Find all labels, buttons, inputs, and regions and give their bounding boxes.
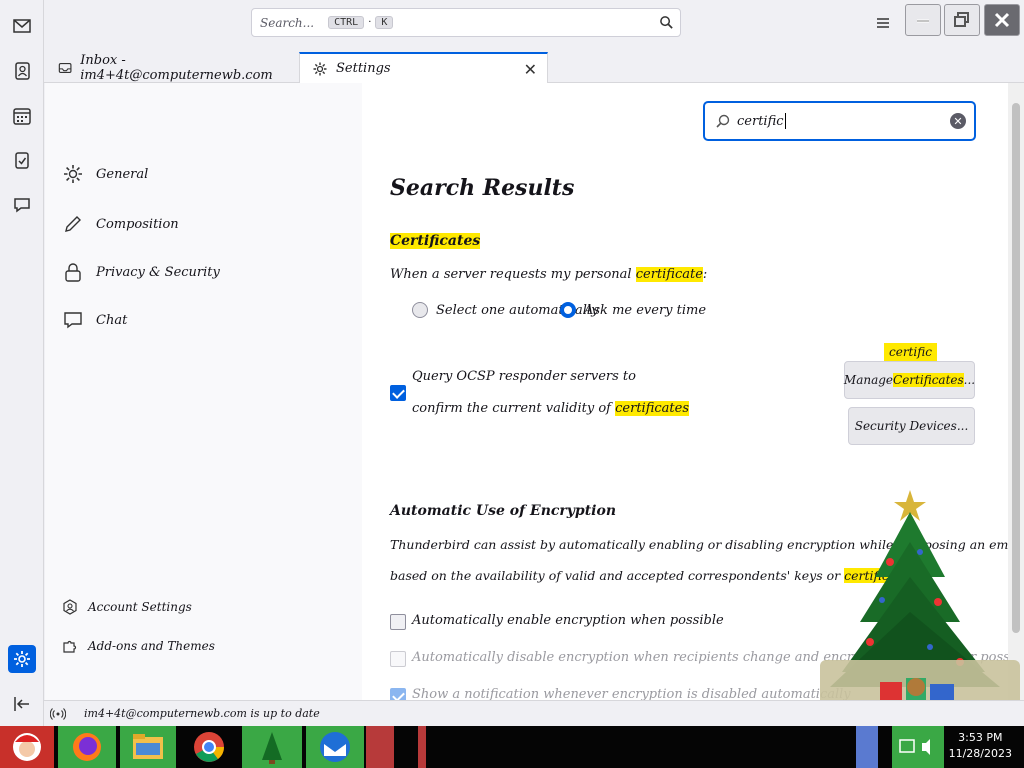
settings-gear-icon[interactable] — [8, 645, 36, 673]
firefox-taskbar-button[interactable] — [58, 726, 116, 768]
nav-general[interactable]: General — [62, 163, 148, 185]
folder-icon — [133, 734, 163, 759]
calendar-icon[interactable] — [8, 102, 36, 130]
tab-inbox-label: Inbox - im4+4t@computernewb.com — [80, 52, 273, 83]
gear-icon — [313, 62, 327, 75]
tasks-icon[interactable] — [8, 146, 36, 174]
address-book-icon[interactable] — [8, 57, 36, 85]
chat-icon — [64, 312, 82, 329]
firefox-icon — [73, 733, 101, 761]
nav-account-settings[interactable]: Account Settings — [62, 599, 192, 615]
close-tab-icon[interactable]: ✕ — [524, 60, 537, 79]
status-text: im4+4t@computernewb.com is up to date — [84, 707, 320, 720]
xmas-tree-taskbar-button[interactable] — [242, 726, 302, 768]
global-search-placeholder: Search... — [260, 15, 315, 30]
radio-ask-every-time-label: Ask me every time — [584, 302, 707, 318]
nav-chat-label: Chat — [96, 312, 128, 328]
app-menu-icon[interactable] — [872, 12, 894, 34]
taskbar-clock[interactable]: 3:53 PM 11/28/2023 — [949, 730, 1012, 762]
inbox-icon — [58, 62, 72, 73]
title-bar: Search... CTRL · K — [44, 0, 1024, 50]
chrome-icon — [194, 732, 224, 762]
gear-icon — [64, 165, 82, 183]
nav-privacy-security[interactable]: Privacy & Security — [62, 261, 220, 283]
chrome-taskbar-button[interactable] — [180, 726, 238, 768]
settings-sidebar: General Composition Privacy & Security C… — [45, 83, 362, 700]
ocsp-label-line1: Query OCSP responder servers to — [412, 369, 636, 384]
preferences-search-value: certific — [737, 113, 784, 129]
close-icon — [994, 12, 1010, 28]
restore-icon — [954, 12, 969, 27]
preferences-search-input[interactable]: certific ✕ — [703, 101, 976, 141]
search-results-title: Search Results — [390, 175, 575, 201]
encryption-heading: Automatic Use of Encryption — [390, 503, 616, 519]
thunderbird-icon — [320, 732, 350, 762]
tab-inbox[interactable]: Inbox - im4+4t@computernewb.com — [46, 52, 296, 83]
nav-composition-label: Composition — [96, 216, 179, 232]
auto-enable-encryption-label: Automatically enable encryption when pos… — [412, 613, 724, 628]
nav-account-settings-label: Account Settings — [88, 600, 192, 614]
clock-time: 3:53 PM — [958, 731, 1003, 744]
ocsp-checkbox[interactable] — [390, 385, 406, 401]
tray-flag[interactable] — [856, 726, 878, 768]
thunderbird-taskbar-button[interactable] — [306, 726, 364, 768]
tab-bar: Inbox - im4+4t@computernewb.com Settings… — [44, 50, 1024, 83]
clock-date: 11/28/2023 — [948, 747, 1012, 760]
radio-ask-every-time[interactable]: Ask me every time — [560, 302, 706, 318]
ocsp-label-line2: confirm the current validity of certific… — [412, 401, 689, 416]
nav-general-label: General — [96, 166, 149, 182]
taskbar: 3:53 PM 11/28/2023 — [0, 726, 1024, 768]
chat-icon[interactable] — [8, 191, 36, 219]
pencil-icon — [65, 216, 81, 232]
collapse-sidebar-icon[interactable] — [8, 690, 36, 718]
file-explorer-taskbar-button[interactable] — [120, 726, 176, 768]
network-volume-icon — [899, 739, 930, 755]
search-icon — [716, 114, 730, 128]
taskbar-slot[interactable] — [366, 726, 394, 768]
tab-settings-label: Settings — [336, 61, 391, 76]
security-devices-button[interactable]: Security Devices... — [848, 407, 975, 445]
minimize-button[interactable] — [905, 4, 941, 36]
search-match-tooltip: certific — [884, 343, 937, 361]
notify-encryption-disabled-checkbox[interactable] — [390, 688, 406, 700]
christmas-tree-decoration — [820, 490, 1020, 720]
lock-icon — [65, 263, 81, 282]
close-window-button[interactable] — [984, 4, 1020, 36]
nav-chat[interactable]: Chat — [62, 309, 127, 331]
tree-icon — [262, 732, 282, 764]
nav-privacy-label: Privacy & Security — [96, 264, 220, 280]
santa-start-icon — [13, 733, 41, 761]
auto-enable-encryption-checkbox[interactable] — [390, 614, 406, 630]
certificate-prompt: When a server requests my personal certi… — [390, 267, 708, 282]
shortcut-key-k: K — [375, 16, 394, 29]
nav-addons-label: Add-ons and Themes — [88, 639, 215, 653]
global-search-input[interactable]: Search... CTRL · K — [251, 8, 681, 37]
status-bar: im4+4t@computernewb.com is up to date — [44, 700, 1024, 726]
online-status-icon[interactable] — [50, 706, 66, 722]
system-tray-icons[interactable] — [892, 726, 944, 768]
auto-disable-encryption-checkbox[interactable] — [390, 651, 406, 667]
nav-addons-themes[interactable]: Add-ons and Themes — [62, 638, 215, 654]
minimize-icon — [917, 19, 929, 23]
taskbar-slot-2[interactable] — [418, 726, 426, 768]
notify-encryption-disabled-label: Show a notification whenever encryption … — [412, 687, 851, 700]
shortcut-key-ctrl: CTRL — [328, 16, 365, 29]
puzzle-icon — [63, 640, 77, 653]
mail-icon[interactable] — [8, 12, 36, 40]
tab-settings[interactable]: Settings ✕ — [299, 52, 548, 83]
account-settings-icon — [63, 599, 77, 615]
spaces-toolbar — [0, 0, 44, 726]
start-button[interactable] — [0, 726, 54, 768]
clear-search-icon[interactable]: ✕ — [950, 113, 966, 129]
search-icon[interactable] — [659, 15, 674, 30]
manage-certificates-button[interactable]: Manage Certificates... — [844, 361, 975, 399]
maximize-button[interactable] — [944, 4, 980, 36]
nav-composition[interactable]: Composition — [62, 213, 179, 235]
certificates-heading: Certificates — [390, 233, 481, 249]
